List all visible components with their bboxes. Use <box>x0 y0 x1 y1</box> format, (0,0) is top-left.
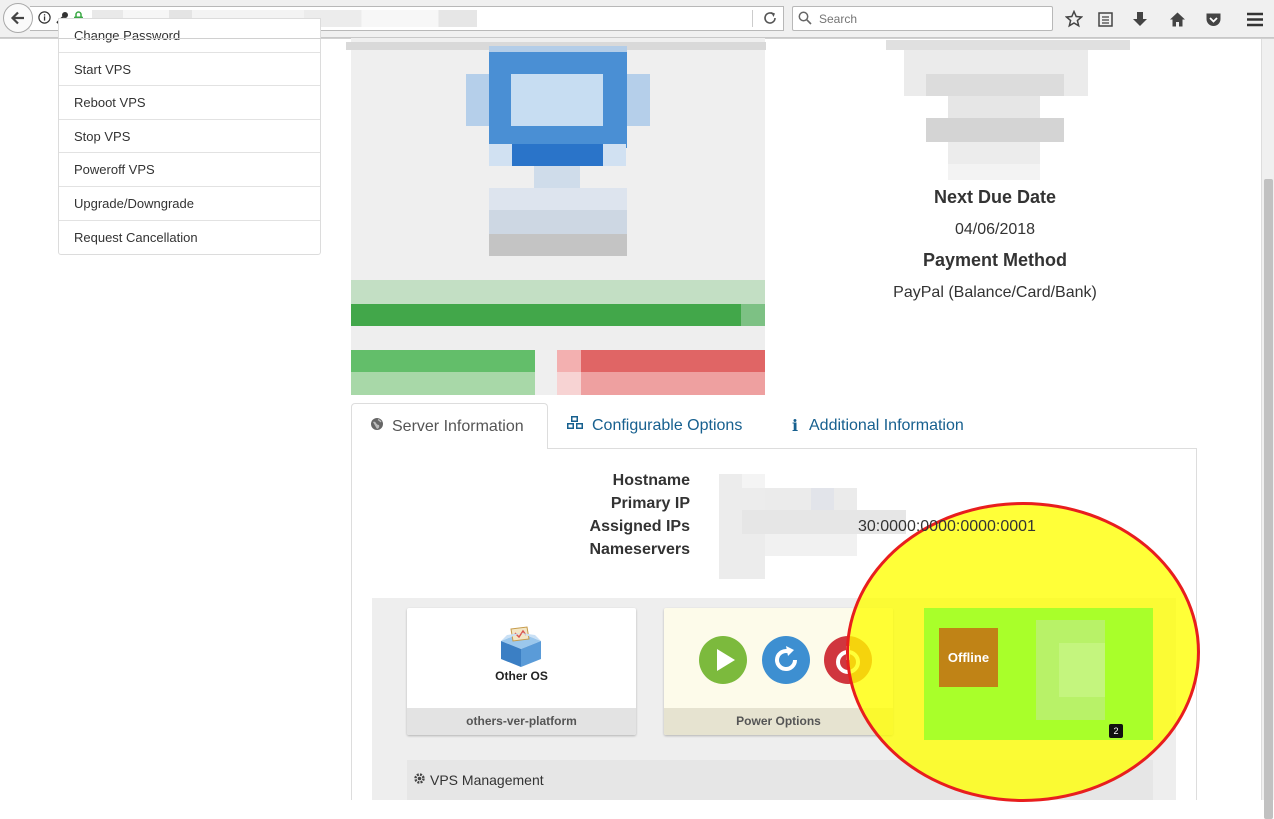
offline-status-badge: Offline <box>939 628 998 687</box>
arrow-left-icon <box>10 11 24 25</box>
sidebar-item-request-cancellation[interactable]: Request Cancellation <box>59 221 320 255</box>
bookmark-star-icon[interactable] <box>1063 8 1085 30</box>
scrollbar-track[interactable] <box>1261 39 1274 819</box>
back-button[interactable] <box>3 3 33 33</box>
redacted-value <box>742 474 765 488</box>
tab-configurable-options[interactable]: Configurable Options <box>548 403 760 449</box>
product-image-pixelated <box>346 38 766 395</box>
sidebar-item-upgrade-downgrade[interactable]: Upgrade/Downgrade <box>59 187 320 221</box>
tab-label: Additional Information <box>809 417 964 434</box>
vps-actions-sidebar: Change Password Start VPS Reboot VPS Sto… <box>58 18 321 256</box>
restart-icon[interactable] <box>762 636 810 689</box>
pocket-icon[interactable] <box>1202 8 1224 30</box>
other-os-box-icon <box>497 625 545 674</box>
search-bar[interactable] <box>792 6 1053 31</box>
hamburger-menu-icon[interactable] <box>1244 8 1266 30</box>
reading-list-icon[interactable] <box>1094 8 1116 30</box>
sidebar-item-poweroff-vps[interactable]: Poweroff VPS <box>59 153 320 187</box>
count-badge: 2 <box>1109 724 1123 738</box>
redacted-value <box>765 534 857 556</box>
sidebar-item-change-password[interactable]: Change Password <box>59 19 320 53</box>
hostname-label: Hostname <box>612 472 690 489</box>
tab-additional-information[interactable]: i Additional Information <box>771 403 982 449</box>
assigned-ip-value: 30:0000:0000:0000:0001 <box>858 518 1036 535</box>
tab-label: Server Information <box>392 417 524 435</box>
url-separator <box>752 10 753 27</box>
redacted-value <box>811 488 834 510</box>
cubes-icon <box>566 403 584 449</box>
start-play-icon[interactable] <box>699 636 747 689</box>
redacted-block <box>886 40 1130 50</box>
nameservers-label: Nameservers <box>589 541 690 558</box>
gear-icon <box>413 761 426 799</box>
sidebar-item-stop-vps[interactable]: Stop VPS <box>59 120 320 154</box>
scrollbar-thumb[interactable] <box>1264 179 1273 819</box>
os-name: Other OS <box>495 669 548 683</box>
info-tabs: Server Information Configurable Options … <box>351 403 1197 450</box>
redacted-block <box>926 118 1064 142</box>
sidebar-item-reboot-vps[interactable]: Reboot VPS <box>59 86 320 120</box>
os-platform-footer: others-ver-platform <box>407 708 636 735</box>
payment-method-value: PayPal (Balance/Card/Bank) <box>893 284 1097 301</box>
power-options-footer: Power Options <box>664 708 893 735</box>
next-due-date-value: 04/06/2018 <box>954 221 1036 238</box>
billing-info: Next Due Date 04/06/2018 Payment Method … <box>880 38 1130 308</box>
reload-icon[interactable] <box>762 10 778 31</box>
download-icon[interactable] <box>1129 8 1151 30</box>
next-due-date-label: Next Due Date <box>933 187 1057 207</box>
assigned-ips-label: Assigned IPs <box>589 518 690 535</box>
search-input[interactable] <box>817 10 1037 28</box>
sidebar-item-start-vps[interactable]: Start VPS <box>59 53 320 87</box>
info-icon: i <box>791 416 799 435</box>
redacted-block <box>948 96 1040 118</box>
vps-management-label: VPS Management <box>430 772 544 788</box>
globe-icon <box>370 404 384 450</box>
redacted-block <box>948 164 1040 180</box>
primary-ip-label: Primary IP <box>610 495 690 512</box>
tab-server-information[interactable]: Server Information <box>351 403 548 450</box>
search-icon <box>798 11 812 30</box>
redacted-block <box>926 74 1064 96</box>
payment-method-label: Payment Method <box>922 250 1068 270</box>
info-icon[interactable] <box>38 11 51 29</box>
os-card: Other OS others-ver-platform <box>407 608 636 735</box>
redacted-block <box>948 142 1040 164</box>
tab-label: Configurable Options <box>592 417 743 434</box>
home-icon[interactable] <box>1166 8 1188 30</box>
redacted-block <box>1059 643 1105 697</box>
